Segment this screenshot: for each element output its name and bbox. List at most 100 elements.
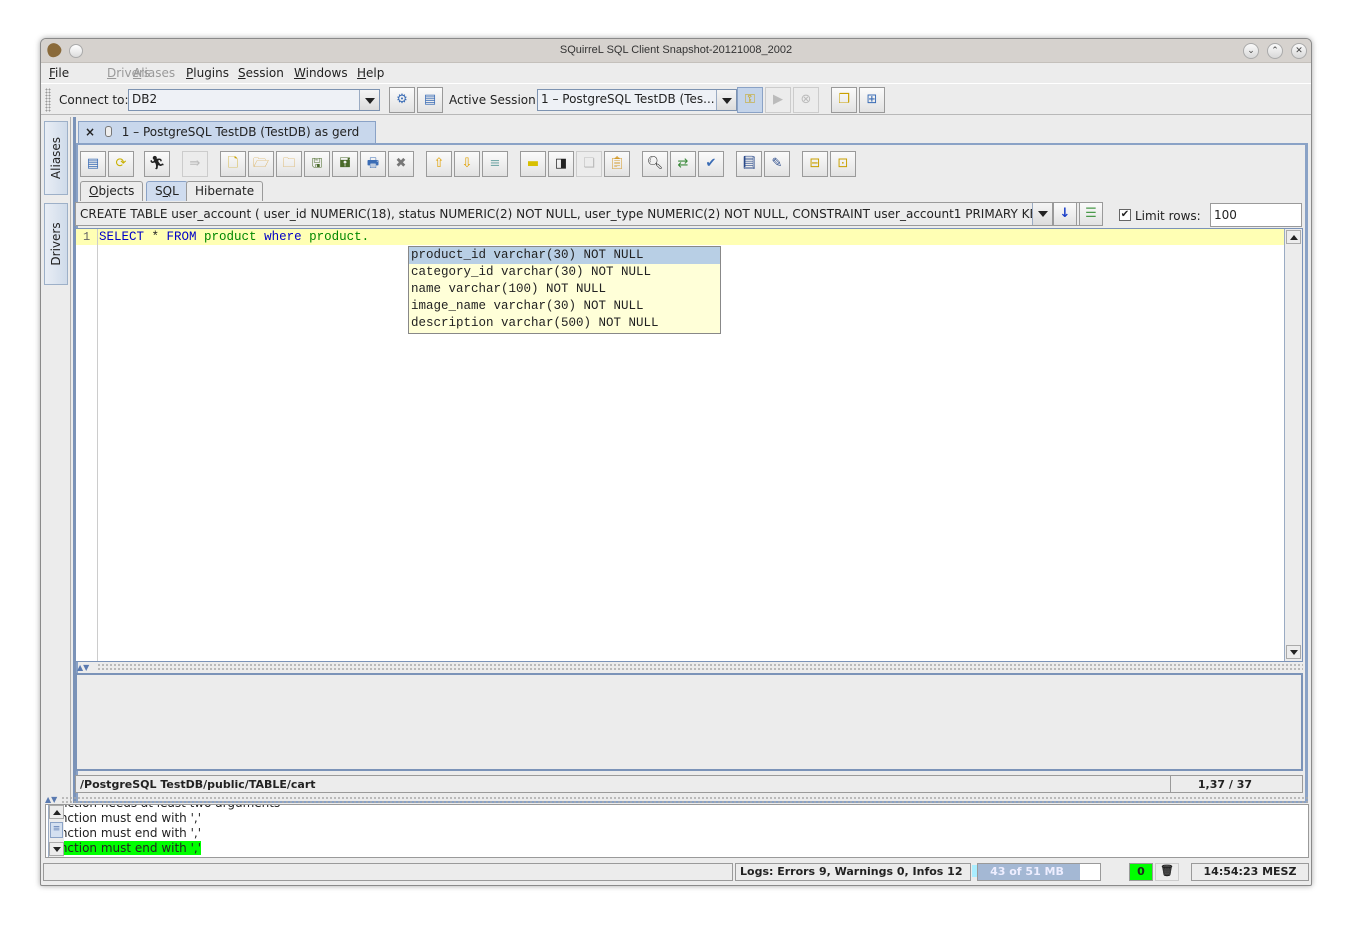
autocomplete-item[interactable]: category_id varchar(30) NOT NULL bbox=[409, 264, 720, 281]
floppy-dots-icon: 🖬︎ bbox=[339, 156, 351, 171]
save-as-button[interactable]: 🖬︎ bbox=[332, 151, 358, 177]
menu-windows[interactable]: Windows bbox=[294, 66, 348, 80]
autocomplete-item[interactable]: product_id varchar(30) NOT NULL bbox=[409, 247, 720, 264]
print-button[interactable]: 🖶︎ bbox=[360, 151, 386, 177]
database-icon bbox=[104, 126, 112, 137]
validate-button[interactable]: ✔ bbox=[698, 151, 724, 177]
history-button[interactable]: ≡ bbox=[482, 151, 508, 177]
folder-open-icon: 🗁︎ bbox=[252, 156, 270, 171]
db-refresh-icon: ⚿ bbox=[745, 92, 755, 107]
log-line: function needs at least two arguments bbox=[48, 805, 280, 810]
splitter-arrows-icon[interactable]: ▲▼ bbox=[77, 663, 89, 672]
clipboard-icon: 📋︎ bbox=[608, 156, 626, 171]
magnifier-icon: 🔍︎ bbox=[646, 156, 664, 171]
arrow-down-blue-icon: ↓ bbox=[1059, 206, 1071, 221]
scroll-down-arrow[interactable] bbox=[49, 842, 64, 856]
find-button[interactable]: 🔍︎ bbox=[642, 151, 668, 177]
session-properties-button[interactable]: ⚿ bbox=[737, 87, 763, 113]
format-button[interactable]: 📘︎ bbox=[736, 151, 762, 177]
tab-objects[interactable]: Objects bbox=[80, 181, 144, 201]
log-scrollbar[interactable]: ≡ bbox=[48, 805, 64, 857]
new-file-button[interactable]: 🗋︎ bbox=[220, 151, 246, 177]
log-summary[interactable]: Logs: Errors 9, Warnings 0, Infos 12 🖵︎ bbox=[735, 863, 1003, 881]
paste-button[interactable]: 📋︎ bbox=[604, 151, 630, 177]
history-list-button[interactable]: ☰ bbox=[1079, 202, 1103, 226]
active-session-label: Active Session: bbox=[449, 93, 540, 107]
folder-file-icon: 🗀︎ bbox=[282, 156, 296, 171]
scroll-down-arrow[interactable] bbox=[1286, 645, 1301, 659]
app-window: SQuirreL SQL Client Snapshot-20121008_20… bbox=[40, 38, 1312, 886]
append-file-button[interactable]: 🗀︎ bbox=[276, 151, 302, 177]
connect-to-combo[interactable]: DB2 bbox=[128, 89, 380, 111]
sidebar-tab-drivers[interactable]: Drivers bbox=[44, 203, 68, 285]
open-file-button[interactable]: 🗁︎ bbox=[248, 151, 274, 177]
scroll-up-arrow[interactable] bbox=[49, 805, 64, 819]
bookmark-button[interactable]: ▬ bbox=[520, 151, 546, 177]
close-tab-icon[interactable]: × bbox=[85, 125, 95, 139]
maximize-button[interactable]: ⌃ bbox=[1267, 43, 1283, 59]
log-splitter[interactable] bbox=[61, 796, 1309, 804]
connect-alias-button[interactable]: ⚙ bbox=[389, 87, 415, 113]
use-history-button[interactable]: ↓ bbox=[1053, 202, 1077, 226]
line-number-gutter: 1 bbox=[76, 229, 98, 661]
menu-aliases[interactable]: Aliases bbox=[133, 66, 175, 80]
stop-button[interactable]: ⊗ bbox=[793, 87, 819, 113]
minimize-button[interactable]: ⌄ bbox=[1243, 43, 1259, 59]
session-tab[interactable]: × 1 – PostgreSQL TestDB (TestDB) as gerd bbox=[78, 121, 376, 143]
tree-icon: ⊞ bbox=[866, 92, 878, 107]
toolbar-grip[interactable] bbox=[45, 88, 51, 112]
autocomplete-item[interactable]: image_name varchar(30) NOT NULL bbox=[409, 298, 720, 315]
menu-file[interactable]: File bbox=[49, 66, 69, 80]
copy-button[interactable]: ❏ bbox=[576, 151, 602, 177]
log-line: function must end with ',' bbox=[48, 811, 202, 825]
autocomplete-item[interactable]: description varchar(500) NOT NULL bbox=[409, 315, 720, 332]
execute-sql-button[interactable]: 🏃︎ bbox=[144, 151, 170, 177]
scroll-up-arrow[interactable] bbox=[1286, 230, 1301, 244]
splitter-arrows-icon[interactable]: ▲▼ bbox=[45, 795, 57, 804]
autocomplete-item[interactable]: name varchar(100) NOT NULL bbox=[409, 281, 720, 298]
next-button[interactable]: ⇩ bbox=[454, 151, 480, 177]
replace-button[interactable]: ⇄ bbox=[670, 151, 696, 177]
limit-rows-checkbox[interactable]: ✔ bbox=[1119, 209, 1131, 221]
refresh-icon: ⟳ bbox=[115, 156, 127, 171]
edit-book-button[interactable]: ✎ bbox=[764, 151, 790, 177]
chevron-down-icon[interactable] bbox=[359, 90, 379, 110]
new-session-button[interactable]: ▤ bbox=[417, 87, 443, 113]
scroll-thumb[interactable]: ≡ bbox=[50, 822, 63, 838]
execute-all-button[interactable]: ⇛ bbox=[182, 151, 208, 177]
insert-table-button[interactable]: ⊡ bbox=[830, 151, 856, 177]
cancel-icon: ⊗ bbox=[800, 92, 812, 107]
message-log: function needs at least two arguments fu… bbox=[45, 804, 1309, 858]
editor-scrollbar[interactable] bbox=[1284, 229, 1302, 661]
sidebar-tab-aliases[interactable]: Aliases bbox=[44, 121, 68, 195]
status-message bbox=[43, 863, 733, 881]
chevron-down-icon[interactable] bbox=[716, 90, 736, 110]
tab-sql[interactable]: SQL bbox=[146, 181, 188, 201]
insert-column-button[interactable]: ⊟ bbox=[802, 151, 828, 177]
save-button[interactable]: 🖫︎ bbox=[304, 151, 330, 177]
sql-history-dropdown[interactable] bbox=[1032, 202, 1053, 226]
new-window-button[interactable]: ❐ bbox=[831, 87, 857, 113]
log-line-highlighted: function must end with ',' bbox=[48, 841, 202, 855]
editor-results-splitter[interactable] bbox=[97, 663, 1303, 671]
tab-hibernate[interactable]: Hibernate bbox=[186, 181, 264, 201]
close-window-button[interactable]: ✕ bbox=[1291, 43, 1307, 59]
object-tree-button[interactable]: ⊞ bbox=[859, 87, 885, 113]
garbage-collect-button[interactable]: 🗑︎ bbox=[1155, 863, 1179, 881]
menu-session[interactable]: Session bbox=[238, 66, 284, 80]
close-file-button[interactable]: ✖ bbox=[388, 151, 414, 177]
previous-button[interactable]: ⇧ bbox=[426, 151, 452, 177]
run-button[interactable]: ▶ bbox=[765, 87, 791, 113]
menu-help[interactable]: Help bbox=[357, 66, 384, 80]
active-session-combo[interactable]: 1 – PostgreSQL TestDB (Tes... bbox=[537, 89, 737, 111]
connect-to-label: Connect to: bbox=[59, 93, 129, 107]
connect-icon: ⚙ bbox=[396, 92, 408, 107]
refresh-button[interactable]: ⟳ bbox=[108, 151, 134, 177]
sql-history-combo[interactable]: CREATE TABLE user_account ( user_id NUME… bbox=[75, 202, 1103, 226]
limit-rows-input[interactable]: 100 bbox=[1210, 203, 1302, 227]
session-properties-button[interactable]: ▤ bbox=[80, 151, 106, 177]
bookmark-select-icon: ◨ bbox=[554, 156, 568, 171]
select-bookmark-button[interactable]: ◨ bbox=[548, 151, 574, 177]
bottom-status-bar: Logs: Errors 9, Warnings 0, Infos 12 🖵︎ … bbox=[41, 861, 1311, 883]
menu-plugins[interactable]: Plugins bbox=[186, 66, 229, 80]
